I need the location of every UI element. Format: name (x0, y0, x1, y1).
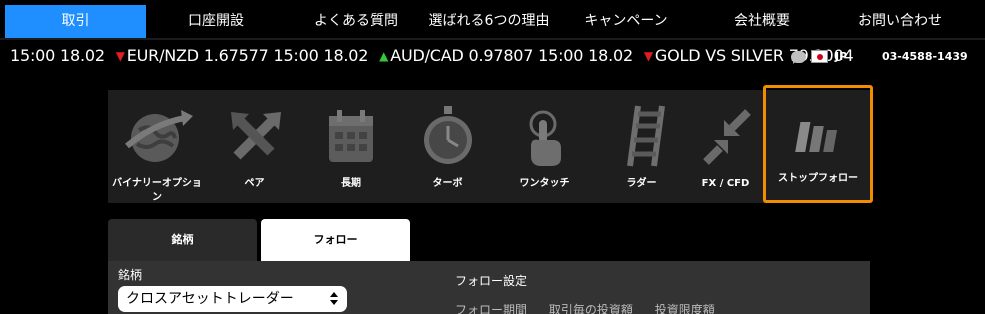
brand-select-label: 銘柄 (118, 268, 143, 282)
nav-item-label: 選ばれる6つの理由 (428, 13, 550, 29)
product-fx-cfd[interactable]: FX / CFD (690, 90, 761, 203)
nav-item-label: お問い合わせ (858, 13, 942, 29)
follow-settings-columns: フォロー期間 取引毎の投資額 投資限度額 (455, 301, 733, 314)
globe-arrow-icon (125, 110, 193, 162)
brand-select[interactable]: クロスアセットトレーダー (118, 286, 347, 312)
nav-item-company[interactable]: 会社概要 (692, 5, 832, 38)
nav-item-open-account[interactable]: 口座開設 (146, 5, 286, 38)
product-pair[interactable]: ペア (206, 90, 303, 203)
product-ladder[interactable]: ラダー (593, 90, 690, 203)
nav-item-six-reasons[interactable]: 選ばれる6つの理由 (418, 5, 560, 38)
ticker-line: 15:00 18.02 ▼ EUR/NZD 1.67577 15:00 18.02… (10, 46, 854, 65)
tab-brand[interactable]: 銘柄 (108, 219, 257, 261)
language-label: JP (835, 50, 848, 63)
product-label: FX / CFD (701, 178, 750, 189)
tab-follow[interactable]: フォロー (261, 219, 410, 261)
nav-item-trade[interactable]: 取引 (5, 5, 146, 38)
ticker-pair: EUR/NZD (126, 46, 199, 65)
nav-item-label: 取引 (61, 13, 90, 29)
product-stop-follow[interactable]: ストップフォロー (763, 85, 873, 203)
ticker-time: 15:00 18.02 (10, 46, 105, 65)
up-arrow-icon: ▲ (379, 49, 389, 63)
brand-select-value: クロスアセットトレーダー (126, 291, 294, 307)
japan-flag-icon (811, 50, 828, 63)
down-arrow-icon: ▼ (115, 49, 125, 63)
top-nav: 取引 口座開設 よくある質問 選ばれる6つの理由 キャンペーン 会社概要 お問い… (0, 0, 985, 40)
ticker-value: 0.97807 (468, 46, 534, 65)
steps-icon (795, 122, 838, 152)
ticker-value: 1.67577 (203, 46, 269, 65)
down-arrow-icon: ▼ (643, 49, 653, 63)
nav-item-campaign[interactable]: キャンペーン (556, 5, 696, 38)
ticker-pair: AUD/CAD (390, 46, 464, 65)
product-label: ターボ (432, 178, 463, 189)
nav-item-faq[interactable]: よくある質問 (286, 5, 426, 38)
converging-arrows-icon (702, 109, 751, 165)
product-turbo[interactable]: ターボ (399, 90, 496, 203)
ticker-time: 15:00 18.02 (273, 46, 369, 65)
chat-icon[interactable] (791, 51, 806, 64)
product-one-touch[interactable]: ワンタッチ (496, 90, 593, 203)
brand-form-panel: 銘柄 クロスアセットトレーダー フォロー設定 フォロー期間 取引毎の投資額 投資… (108, 261, 870, 314)
nav-item-label: 会社概要 (734, 13, 790, 29)
product-label: ラダー (626, 178, 657, 189)
column-header: フォロー期間 (455, 303, 528, 314)
nav-item-contact[interactable]: お問い合わせ (830, 5, 970, 38)
ticker-pair: GOLD VS SILVER (654, 46, 784, 65)
nav-item-label: よくある質問 (314, 13, 398, 29)
product-long-term[interactable]: 長期 (303, 90, 399, 203)
phone-number[interactable]: 03-4588-1439 (882, 50, 968, 63)
touch-hand-icon (529, 110, 561, 166)
column-header: 取引毎の投資額 (548, 303, 633, 314)
nav-item-label: 口座開設 (188, 13, 244, 29)
ticker-time: 15:00 18.02 (538, 46, 633, 65)
product-binary-option[interactable]: バイナリーオプショ ン (108, 90, 206, 203)
product-selector: バイナリーオプショ ン ペア 長期 ターボ ワンタッチ ラダー FX / CFD… (108, 85, 873, 203)
calendar-icon (329, 110, 373, 162)
product-label: バイナリーオプショ ン (112, 178, 202, 203)
crossed-arrows-icon (230, 112, 281, 160)
stopwatch-icon (423, 106, 472, 164)
product-label: 長期 (341, 178, 361, 189)
select-arrows-icon (330, 292, 338, 306)
ladder-icon (626, 105, 665, 167)
follow-settings-title: フォロー設定 (455, 274, 528, 288)
column-header: 投資限度額 (654, 303, 715, 314)
nav-item-label: キャンペーン (584, 13, 668, 29)
price-ticker: 15:00 18.02 ▼ EUR/NZD 1.67577 15:00 18.02… (0, 42, 985, 74)
product-label: ストップフォロー (778, 173, 858, 184)
product-label: ワンタッチ (519, 178, 570, 189)
product-label: ペア (244, 178, 265, 189)
